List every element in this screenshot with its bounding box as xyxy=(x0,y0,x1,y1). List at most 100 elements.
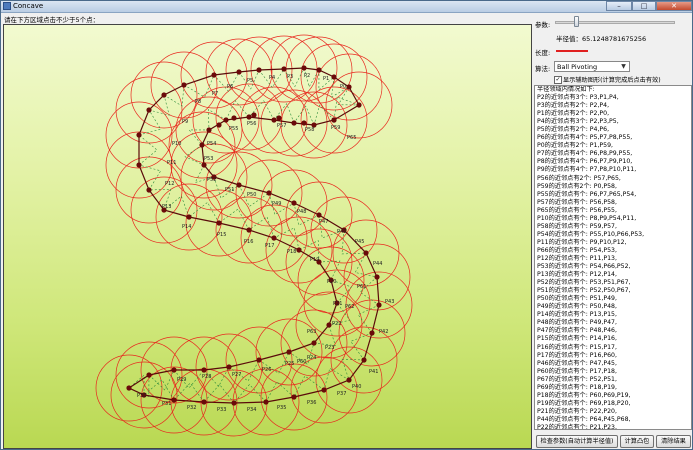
data-point[interactable] xyxy=(136,162,142,168)
data-point[interactable] xyxy=(296,247,302,253)
data-point[interactable] xyxy=(256,67,262,73)
data-point[interactable] xyxy=(199,142,205,148)
list-item[interactable]: P15的近邻点有个: P14,P16, xyxy=(535,335,691,343)
list-item[interactable]: P59的近邻点有2个: P0,P58, xyxy=(535,183,691,191)
point-cloud-svg[interactable]: P5 P4 P3 P2 P1 P0 P6 P7 P8 P9 P10 P11 P12 P13 P14 P15 P1… xyxy=(4,25,531,448)
data-point[interactable] xyxy=(236,69,242,75)
compute-hull-button[interactable]: 计算凸包 xyxy=(620,435,654,448)
maximize-button[interactable]: □ xyxy=(632,1,656,11)
title-bar[interactable]: Concave – □ ✕ xyxy=(1,1,692,13)
list-item[interactable]: P69的近邻点有个: P18,P19, xyxy=(535,384,691,392)
data-point[interactable] xyxy=(271,117,277,123)
list-item[interactable]: P17的近邻点有个: P16,P60, xyxy=(535,352,691,360)
list-item[interactable]: P18的近邻点有个: P60,P69,P19, xyxy=(535,392,691,400)
chevron-down-icon[interactable]: ▼ xyxy=(619,63,628,71)
list-item[interactable]: P65的近邻点有个: P56,P55, xyxy=(535,207,691,215)
data-point[interactable] xyxy=(376,302,382,308)
data-point[interactable] xyxy=(226,364,232,370)
data-point[interactable] xyxy=(223,117,229,123)
radius-slider-thumb[interactable] xyxy=(574,16,579,27)
data-point[interactable] xyxy=(263,399,269,405)
data-point[interactable] xyxy=(363,250,369,256)
data-point[interactable] xyxy=(206,127,212,133)
data-point[interactable] xyxy=(346,377,352,383)
data-point[interactable] xyxy=(211,72,217,78)
data-point[interactable] xyxy=(369,330,375,336)
data-point[interactable] xyxy=(201,367,207,373)
list-item[interactable]: P55的近邻点有个: P6,P7,P65,P54, xyxy=(535,191,691,199)
aux-graphics-option[interactable]: ✓ 显示辅助图形(计算完成后点击有效) xyxy=(554,75,661,84)
data-point[interactable] xyxy=(311,340,317,346)
list-item[interactable]: P9的近邻点有4个: P7,P8,P10,P11, xyxy=(535,166,691,174)
list-item[interactable]: P66的近邻点有个: P54,P53, xyxy=(535,247,691,255)
list-item[interactable]: P16的近邻点有个: P15,P17, xyxy=(535,344,691,352)
data-point[interactable] xyxy=(276,115,282,121)
data-point[interactable] xyxy=(346,84,352,90)
list-item[interactable]: P2的近邻点有3个: P3,P1,P4, xyxy=(535,94,691,102)
aux-graphics-checkbox[interactable]: ✓ xyxy=(554,76,562,84)
data-point[interactable] xyxy=(291,394,297,400)
list-item[interactable]: P1的近邻点有2个: P2,P0, xyxy=(535,110,691,118)
data-point[interactable] xyxy=(136,132,142,138)
data-point[interactable] xyxy=(216,122,222,128)
data-point[interactable] xyxy=(301,120,307,126)
data-point[interactable] xyxy=(321,387,327,393)
line-color-sample[interactable] xyxy=(556,50,588,52)
data-point[interactable] xyxy=(316,67,322,73)
data-point[interactable] xyxy=(356,102,362,108)
data-point[interactable] xyxy=(246,114,252,120)
list-item[interactable]: P19的近邻点有个: P69,P18,P20, xyxy=(535,400,691,408)
list-item[interactable]: P10的近邻点有个: P8,P9,P54,P11, xyxy=(535,215,691,223)
data-point[interactable] xyxy=(281,66,287,72)
data-point[interactable] xyxy=(171,367,177,373)
minimize-button[interactable]: – xyxy=(606,1,632,11)
close-button[interactable]: ✕ xyxy=(656,1,692,11)
data-point[interactable] xyxy=(186,214,192,220)
list-item[interactable]: P58的近邻点有个: P59,P57, xyxy=(535,223,691,231)
data-point[interactable] xyxy=(236,182,242,188)
data-point[interactable] xyxy=(126,385,132,391)
data-point[interactable] xyxy=(326,322,332,328)
list-item[interactable]: P22的近邻点有个: P21,P23, xyxy=(535,424,691,429)
data-point[interactable] xyxy=(246,227,252,233)
radius-slider[interactable] xyxy=(555,21,675,24)
data-point[interactable] xyxy=(286,349,292,355)
data-point[interactable] xyxy=(374,274,380,280)
list-item[interactable]: P52的近邻点有个: P53,P51,P67, xyxy=(535,279,691,287)
data-point[interactable] xyxy=(216,220,222,226)
data-point[interactable] xyxy=(231,400,237,406)
list-item[interactable]: P21的近邻点有个: P22,P20, xyxy=(535,408,691,416)
check-params-button[interactable]: 检查参数(自动计算半径值) xyxy=(536,435,618,448)
data-point[interactable] xyxy=(301,65,307,71)
clear-results-button[interactable]: 清除结果 xyxy=(656,435,691,448)
list-item[interactable]: P44的近邻点有个: P64,P45,P68, xyxy=(535,416,691,424)
list-item[interactable]: P53的近邻点有个: P54,P66,P52, xyxy=(535,263,691,271)
data-point[interactable] xyxy=(231,115,237,121)
data-point[interactable] xyxy=(171,397,177,403)
data-point[interactable] xyxy=(361,357,367,363)
data-point[interactable] xyxy=(181,82,187,88)
drawing-canvas[interactable]: P5 P4 P3 P2 P1 P0 P6 P7 P8 P9 P10 P11 P12 P13 P14 P15 P1… xyxy=(3,24,532,449)
list-item[interactable]: P60的近邻点有个: P17,P18, xyxy=(535,368,691,376)
data-point[interactable] xyxy=(201,162,207,168)
data-point[interactable] xyxy=(316,212,322,218)
data-point[interactable] xyxy=(271,235,277,241)
algorithm-select[interactable]: Ball Pivoting ▼ xyxy=(554,61,630,72)
list-item[interactable]: P51的近邻点有个: P52,P50,P67, xyxy=(535,287,691,295)
data-point[interactable] xyxy=(146,187,152,193)
data-point[interactable] xyxy=(331,117,337,123)
data-point[interactable] xyxy=(256,357,262,363)
data-point[interactable] xyxy=(161,92,167,98)
list-item[interactable]: P56的近邻点有2个: P57,P65, xyxy=(535,175,691,183)
data-point[interactable] xyxy=(201,399,207,405)
list-item[interactable]: P3的近邻点有2个: P2,P4, xyxy=(535,102,691,110)
data-point[interactable] xyxy=(266,190,272,196)
data-point[interactable] xyxy=(291,200,297,206)
data-point[interactable] xyxy=(291,120,297,126)
data-point[interactable] xyxy=(251,112,257,118)
data-point[interactable] xyxy=(146,107,152,113)
list-item[interactable]: P13的近邻点有个: P12,P14, xyxy=(535,271,691,279)
list-item[interactable]: P46的近邻点有个: P47,P45, xyxy=(535,360,691,368)
list-item[interactable]: P67的近邻点有个: P52,P51, xyxy=(535,376,691,384)
data-point[interactable] xyxy=(331,74,337,80)
